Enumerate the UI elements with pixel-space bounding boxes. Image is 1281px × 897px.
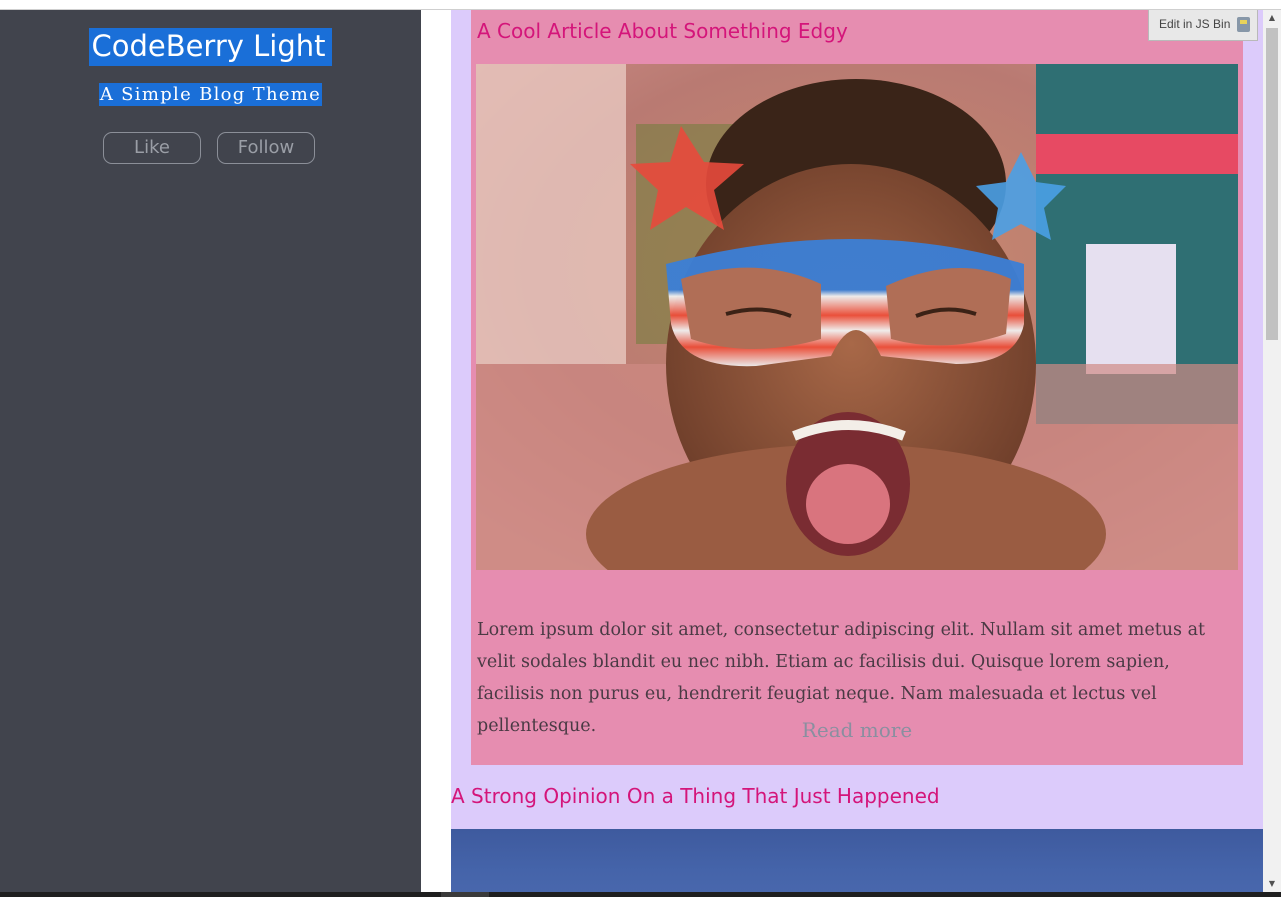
taskbar-strip <box>0 892 1281 897</box>
sidebar: CodeBerry Light A Simple Blog Theme Like… <box>0 10 421 892</box>
scroll-up-icon[interactable]: ▲ <box>1263 10 1281 26</box>
post-feed: A Cool Article About Something Edgy Lore… <box>451 10 1263 892</box>
post-image-2 <box>451 829 1263 892</box>
post-card: A Cool Article About Something Edgy Lore… <box>471 10 1243 765</box>
vertical-scrollbar[interactable]: ▲ ▼ <box>1263 10 1281 892</box>
site-subtitle-text: A Simple Blog Theme <box>98 83 323 106</box>
edit-in-jsbin-button[interactable]: Edit in JS Bin <box>1148 10 1258 41</box>
follow-button[interactable]: Follow <box>217 132 315 164</box>
jsbin-icon <box>1237 17 1250 32</box>
scrollbar-thumb[interactable] <box>1266 28 1278 340</box>
post-title-link[interactable]: A Cool Article About Something Edgy <box>477 19 848 43</box>
browser-top-edge <box>0 0 1281 10</box>
scroll-down-icon[interactable]: ▼ <box>1263 876 1281 892</box>
site-title-text: CodeBerry Light <box>89 28 332 66</box>
child-star-glasses-image <box>476 64 1238 570</box>
site-subtitle: A Simple Blog Theme <box>0 83 421 107</box>
jsbin-label: Edit in JS Bin <box>1159 17 1231 31</box>
post-image <box>476 64 1238 570</box>
site-title: CodeBerry Light <box>0 27 421 66</box>
post-title-link-2[interactable]: A Strong Opinion On a Thing That Just Ha… <box>451 784 940 808</box>
read-more-link[interactable]: Read more <box>471 718 1243 742</box>
taskbar-tab <box>441 892 489 897</box>
like-button[interactable]: Like <box>103 132 201 164</box>
